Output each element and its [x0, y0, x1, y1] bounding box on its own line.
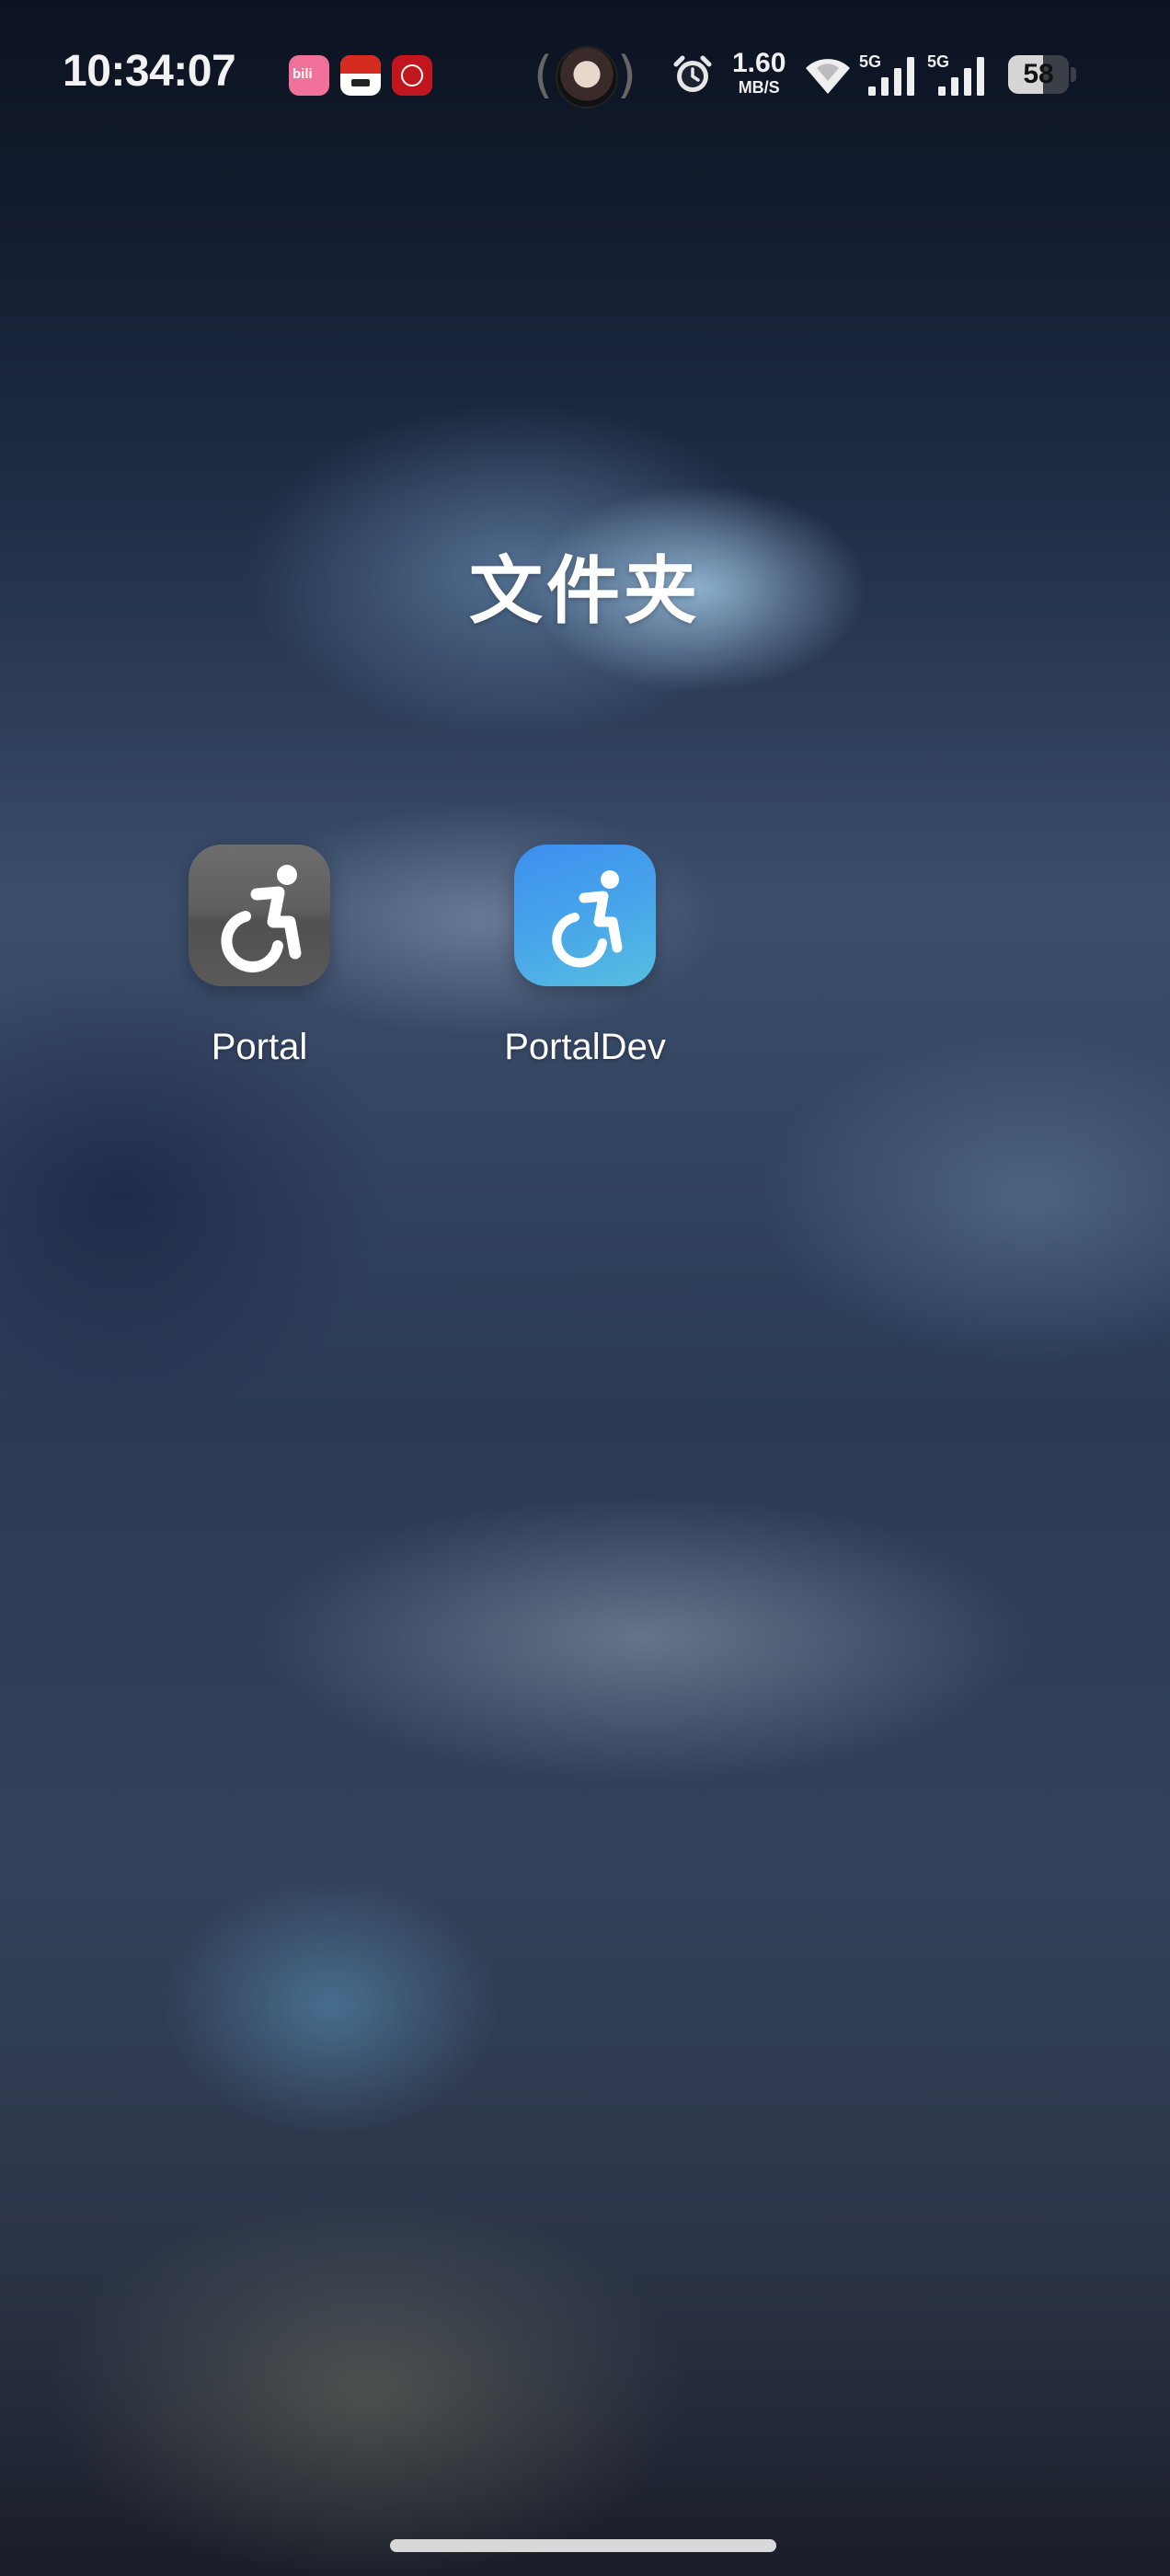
portal-app-label[interactable]: Portal: [140, 1027, 379, 1068]
home-indicator[interactable]: [390, 2539, 776, 2552]
network-speed-value: 1.60: [732, 48, 786, 78]
signal-2-label: 5G: [927, 52, 949, 71]
bilibili-notification-icon: [289, 55, 329, 96]
alarm-icon: [673, 55, 712, 92]
portaldev-app-label[interactable]: PortalDev: [465, 1027, 705, 1068]
network-speed-unit: MB/S: [738, 78, 780, 97]
cellular-signal-1-icon: 5G: [859, 52, 914, 96]
island-left-bracket: (: [533, 46, 554, 104]
app-portaldev[interactable]: PortalDev: [465, 845, 705, 1068]
network-speed: 1.60 MB/S: [732, 48, 786, 97]
battery-tip: [1071, 67, 1076, 82]
portaldev-app-icon[interactable]: [514, 845, 656, 986]
portal-app-icon[interactable]: [189, 845, 330, 986]
payment-app-notification-icon: [340, 55, 381, 96]
battery-indicator: 58: [1008, 55, 1076, 94]
status-bar: 10:34:07 ( ) 1.60 MB/S 5G 5G: [0, 0, 1170, 147]
wheelchair-icon: [221, 865, 302, 972]
battery-percent: 58: [1023, 59, 1054, 89]
wheelchair-icon: [552, 870, 623, 968]
wifi-icon: [806, 59, 850, 94]
signal-1-label: 5G: [859, 52, 881, 71]
dynamic-island[interactable]: ( ): [533, 42, 637, 109]
battery-shell: 58: [1008, 55, 1069, 94]
island-right-bracket: ): [616, 46, 637, 104]
folder-title[interactable]: 文件夹: [0, 532, 1170, 638]
app-portal[interactable]: Portal: [140, 845, 379, 1068]
bank-app-notification-icon: [392, 55, 432, 96]
cellular-signal-2-icon: 5G: [927, 52, 984, 96]
status-time: 10:34:07: [63, 47, 236, 96]
avatar: [556, 46, 618, 109]
